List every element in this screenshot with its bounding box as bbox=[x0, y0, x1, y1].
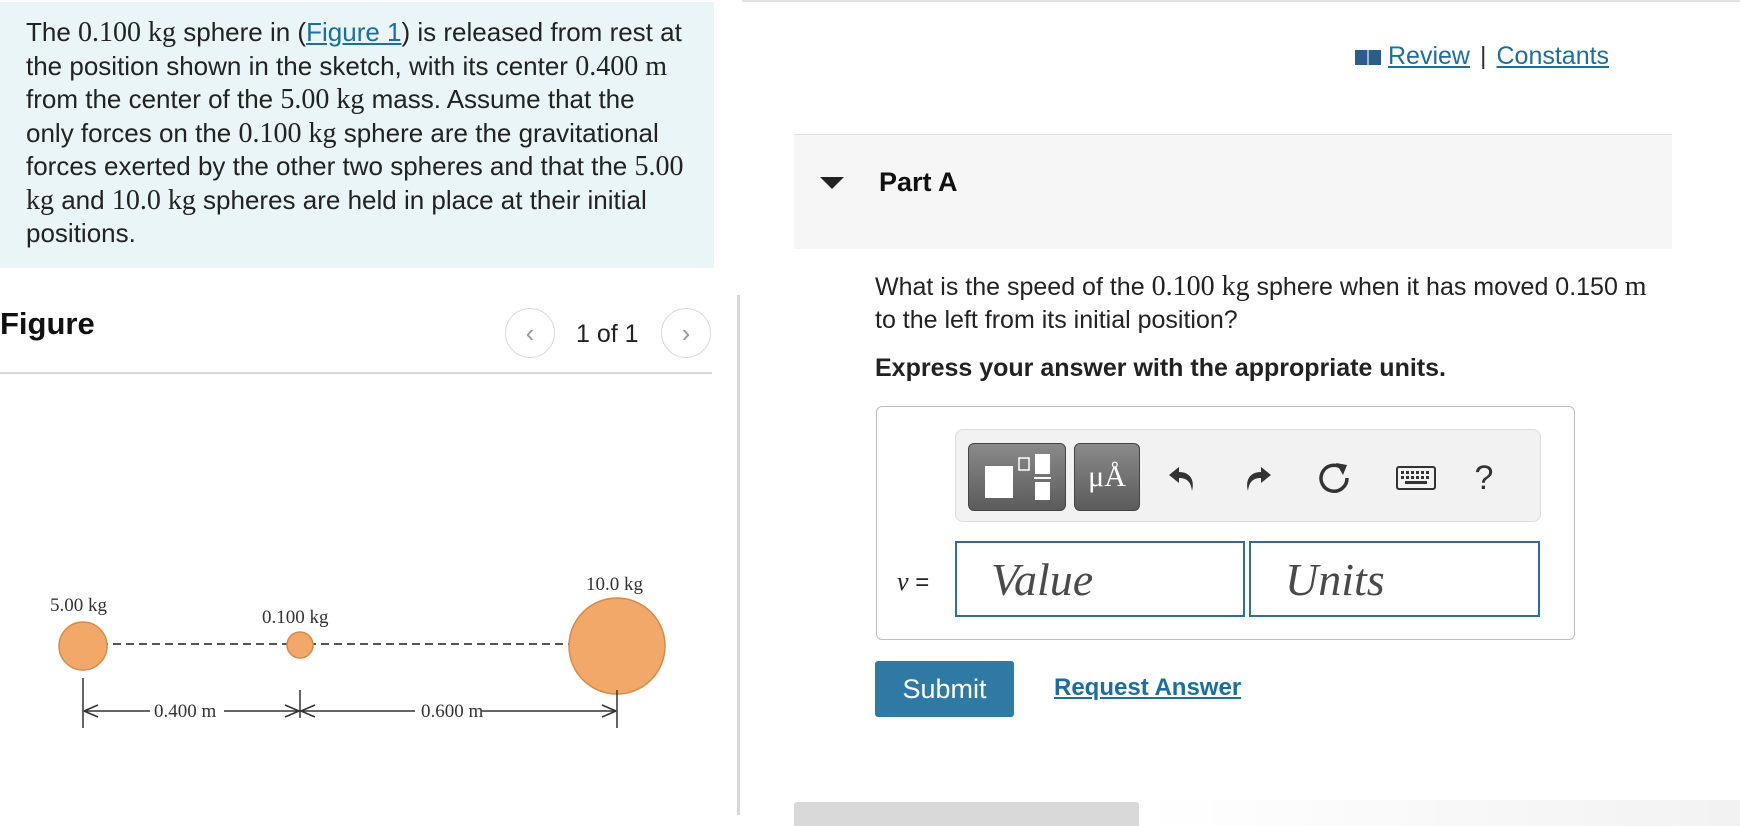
variable-label: v = bbox=[897, 567, 929, 597]
question-mass: 0.100 kg bbox=[1151, 271, 1250, 302]
templates-button[interactable] bbox=[968, 443, 1066, 511]
label-distance-1: 0.400 m bbox=[154, 701, 217, 722]
book-icon bbox=[1355, 49, 1381, 65]
sphere-5kg bbox=[58, 621, 108, 671]
redo-icon bbox=[1247, 467, 1271, 491]
reset-icon bbox=[1319, 463, 1349, 493]
label-0-1kg: 0.100 kg bbox=[262, 607, 329, 628]
variable-symbol: v bbox=[897, 567, 909, 596]
mastering-physics-page: The 0.100 kg sphere in (Figure 1) is rel… bbox=[0, 0, 1740, 826]
chevron-left-icon: ‹ bbox=[525, 317, 535, 348]
math-toolbar: μÅ ? bbox=[955, 429, 1541, 522]
problem-mass: 10.0 kg bbox=[111, 184, 196, 216]
label-10kg: 10.0 kg bbox=[586, 574, 644, 595]
left-pane: The 0.100 kg sphere in (Figure 1) is rel… bbox=[0, 0, 740, 826]
bottom-fade bbox=[1139, 800, 1740, 826]
figure-link[interactable]: Figure 1 bbox=[306, 17, 401, 47]
question-text: What is the speed of the 0.100 kg sphere… bbox=[875, 270, 1665, 337]
problem-mass: 0.100 kg bbox=[238, 117, 337, 149]
review-link[interactable]: Review bbox=[1388, 42, 1470, 71]
prev-figure-button[interactable]: ‹ bbox=[505, 308, 555, 358]
answer-box: μÅ ? v = Value Units bbox=[876, 406, 1575, 640]
horizontal-scrollbar[interactable] bbox=[794, 802, 1139, 826]
submit-button[interactable]: Submit bbox=[875, 661, 1014, 717]
problem-mass: 5.00 kg bbox=[280, 84, 365, 115]
value-input[interactable] bbox=[955, 541, 1245, 617]
label-5kg: 5.00 kg bbox=[50, 595, 108, 616]
question-part: sphere when it has moved 0.150 bbox=[1249, 273, 1625, 301]
constants-link[interactable]: Constants bbox=[1496, 42, 1609, 71]
question-part: to the left from its initial position? bbox=[875, 306, 1238, 334]
equals-sign: = bbox=[908, 569, 930, 596]
divider bbox=[0, 372, 712, 374]
label-distance-2: 0.600 m bbox=[421, 701, 484, 722]
divider bbox=[742, 0, 1740, 2]
reset-button[interactable] bbox=[1306, 450, 1362, 506]
problem-text: sphere in ( bbox=[176, 17, 307, 47]
redo-button[interactable] bbox=[1230, 450, 1286, 506]
problem-statement: The 0.100 kg sphere in (Figure 1) is rel… bbox=[0, 2, 714, 268]
undo-icon bbox=[1169, 467, 1193, 491]
instruction-text: Express your answer with the appropriate… bbox=[875, 354, 1446, 382]
sphere-diagram: 5.00 kg 0.100 kg 10.0 kg 0.400 m 0.600 m bbox=[50, 574, 666, 728]
figure-pager-count: 1 of 1 bbox=[576, 320, 639, 348]
caret-down-icon bbox=[820, 177, 844, 189]
part-a-header[interactable]: Part A bbox=[794, 134, 1672, 249]
question-part: What is the speed of the bbox=[875, 273, 1152, 301]
problem-text: and bbox=[54, 184, 112, 215]
keyboard-icon bbox=[1396, 466, 1436, 490]
undo-button[interactable] bbox=[1154, 450, 1210, 506]
sphere-0-1kg bbox=[286, 631, 314, 659]
next-figure-button[interactable]: › bbox=[661, 308, 711, 358]
keyboard-button[interactable] bbox=[1388, 450, 1444, 506]
templates-icon bbox=[985, 454, 1051, 500]
part-title: Part A bbox=[879, 167, 958, 197]
figure-title: Figure bbox=[0, 306, 95, 341]
sphere-10kg bbox=[568, 597, 666, 695]
link-separator: | bbox=[1479, 42, 1487, 70]
chevron-right-icon: › bbox=[681, 317, 691, 348]
problem-text: from the center of the bbox=[26, 84, 281, 114]
units-button[interactable]: μÅ bbox=[1074, 443, 1140, 511]
request-answer-link[interactable]: Request Answer bbox=[1054, 674, 1241, 702]
units-input[interactable] bbox=[1249, 541, 1540, 617]
help-button[interactable]: ? bbox=[1456, 450, 1512, 506]
problem-text: The bbox=[26, 17, 79, 47]
pane-splitter[interactable] bbox=[737, 295, 740, 815]
question-unit: m bbox=[1624, 271, 1647, 302]
problem-mass: 0.100 kg bbox=[78, 17, 177, 48]
problem-distance: 0.400 m bbox=[575, 50, 667, 82]
header-links: Review | Constants bbox=[1354, 42, 1609, 71]
